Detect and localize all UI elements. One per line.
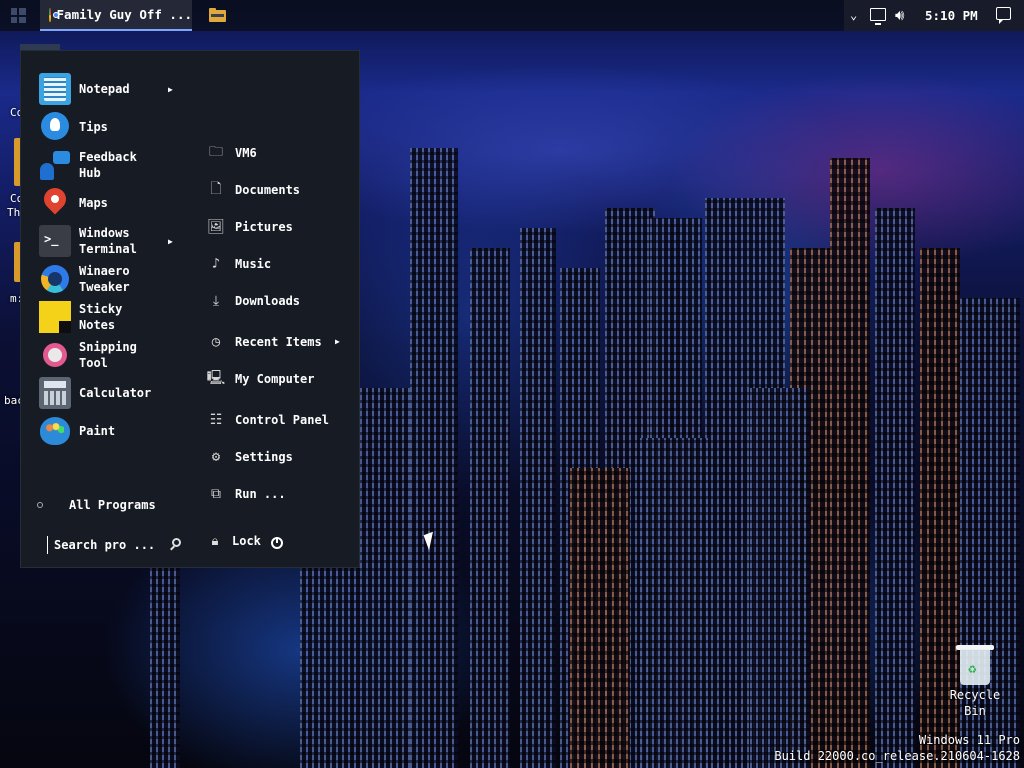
menu-item-label: Maps [79, 196, 108, 210]
search-input[interactable]: Search pro ... [47, 535, 181, 555]
picture-icon: 🖼︎ [207, 219, 225, 235]
menu-item-label: Pictures [235, 220, 293, 234]
menu-item-calculator[interactable]: Calculator [39, 375, 165, 411]
menu-item-winaero-tweaker[interactable]: Winaero Tweaker [39, 261, 165, 297]
sticky-notes-icon [39, 301, 71, 333]
snipping-tool-icon [39, 339, 71, 371]
desktop-label-fragment: Th [7, 206, 21, 219]
taskbar-window-title: Family Guy Off ... [56, 7, 192, 22]
circle-icon [37, 502, 43, 508]
recycle-bin[interactable]: ♻ Recycle Bin [942, 643, 1008, 719]
tips-icon [39, 111, 71, 143]
menu-item-label: Settings [235, 450, 293, 464]
recycle-bin-label: Bin [964, 704, 986, 718]
menu-item-label: Windows Terminal [79, 226, 137, 256]
network-icon[interactable] [870, 8, 886, 25]
menu-item-label: Sticky Notes [79, 302, 123, 332]
menu-item-label: Notepad [79, 82, 130, 96]
all-programs-label: All Programs [69, 498, 156, 512]
power-icon[interactable] [271, 537, 283, 549]
menu-item-label: Snipping Tool [79, 340, 137, 370]
volume-icon[interactable]: 🔊︎ [895, 6, 904, 24]
menu-item-music[interactable]: ♪ Music [207, 253, 271, 275]
lock-label: Lock [232, 534, 261, 548]
menu-item-run[interactable]: ⧉ Run ... [207, 483, 286, 505]
notification-icon[interactable] [996, 7, 1011, 24]
search-icon[interactable] [172, 538, 181, 547]
taskbar-chrome-window[interactable]: Family Guy Off ... [40, 0, 192, 31]
system-tray: ⌄ 🔊︎ 5:10 PM [844, 0, 1024, 31]
text-caret [47, 536, 48, 554]
submenu-arrow-icon[interactable]: ▶ [168, 237, 173, 246]
menu-item-label: Tips [79, 120, 108, 134]
windows-watermark: Windows 11 Pro Build 22000.co_release.21… [774, 732, 1020, 764]
menu-item-control-panel[interactable]: ☷ Control Panel [207, 409, 329, 431]
watermark-build: Build 22000.co_release.210604-1628 [774, 749, 1020, 763]
menu-item-label: VM6 [235, 146, 257, 160]
menu-item-downloads[interactable]: ⤓ Downloads [207, 290, 300, 312]
download-icon: ⤓ [212, 293, 220, 309]
menu-item-windows-terminal[interactable]: Windows Terminal [39, 223, 165, 259]
clock-icon: ◷ [211, 334, 221, 350]
menu-item-documents[interactable]: 🗋 Documents [207, 179, 300, 201]
start-menu: Notepad ▶ Tips Feedback Hub Maps Windows… [20, 50, 360, 568]
chrome-icon [49, 7, 57, 22]
watermark-edition: Windows 11 Pro [918, 733, 1020, 747]
control-panel-icon: ☷ [209, 412, 223, 428]
chevron-down-icon[interactable]: ⌄ [850, 8, 857, 22]
menu-item-label: Paint [79, 424, 116, 438]
winaero-icon [39, 263, 71, 295]
menu-item-label: My Computer [235, 372, 315, 386]
submenu-arrow-icon[interactable]: ▶ [168, 85, 173, 94]
menu-item-settings[interactable]: ⚙ Settings [207, 446, 293, 468]
menu-item-label: Winaero Tweaker [79, 264, 130, 294]
clock[interactable]: 5:10 PM [925, 8, 978, 23]
user-folder-icon: 🗀 [209, 144, 223, 160]
menu-item-feedback-hub[interactable]: Feedback Hub [39, 147, 165, 183]
run-icon: ⧉ [211, 486, 221, 502]
menu-item-label: Run ... [235, 487, 286, 501]
document-icon: 🗋 [210, 181, 222, 197]
notepad-icon [39, 73, 71, 105]
menu-item-maps[interactable]: Maps [39, 185, 165, 221]
terminal-icon [39, 225, 71, 257]
computer-icon: 🖳 [206, 370, 226, 386]
menu-item-label: Feedback Hub [79, 150, 137, 180]
menu-item-snipping-tool[interactable]: Snipping Tool [39, 337, 165, 373]
menu-item-tips[interactable]: Tips [39, 109, 165, 145]
menu-item-vm6[interactable]: 🗀 VM6 [207, 142, 257, 164]
gear-icon: ⚙ [211, 449, 221, 465]
all-programs-button[interactable]: All Programs [37, 498, 156, 512]
submenu-arrow-icon[interactable]: ▶ [335, 337, 340, 346]
windows-logo-icon [10, 8, 26, 23]
menu-item-label: Documents [235, 183, 301, 197]
recycle-bin-label: Recycle [949, 688, 1001, 702]
menu-item-my-computer[interactable]: 🖳 My Computer [206, 368, 315, 390]
lock-icon: 🔒︎ [211, 533, 219, 549]
music-icon: ♪ [211, 256, 221, 272]
calculator-icon [39, 377, 71, 409]
file-explorer-icon[interactable] [209, 8, 226, 22]
menu-item-label: Downloads [235, 294, 301, 308]
menu-item-sticky-notes[interactable]: Sticky Notes [39, 299, 165, 335]
recycle-bin-icon: ♻ [956, 643, 994, 687]
menu-item-label: Control Panel [235, 413, 329, 427]
menu-item-recent-items[interactable]: ◷ Recent Items [207, 331, 322, 353]
menu-item-label: Recent Items [235, 335, 322, 349]
menu-item-pictures[interactable]: 🖼︎ Pictures [207, 216, 293, 238]
menu-item-label: Calculator [79, 386, 152, 400]
taskbar: Family Guy Off ... ⌄ 🔊︎ 5:10 PM [0, 0, 1024, 31]
lock-button[interactable]: 🔒︎ Lock [207, 533, 261, 549]
search-placeholder: Search pro ... [54, 538, 156, 552]
maps-icon [39, 187, 71, 219]
menu-item-notepad[interactable]: Notepad [39, 71, 165, 107]
paint-icon [39, 415, 71, 447]
start-button[interactable] [0, 0, 36, 31]
feedback-hub-icon [39, 149, 71, 181]
menu-item-label: Music [235, 257, 272, 271]
menu-item-paint[interactable]: Paint [39, 413, 165, 449]
